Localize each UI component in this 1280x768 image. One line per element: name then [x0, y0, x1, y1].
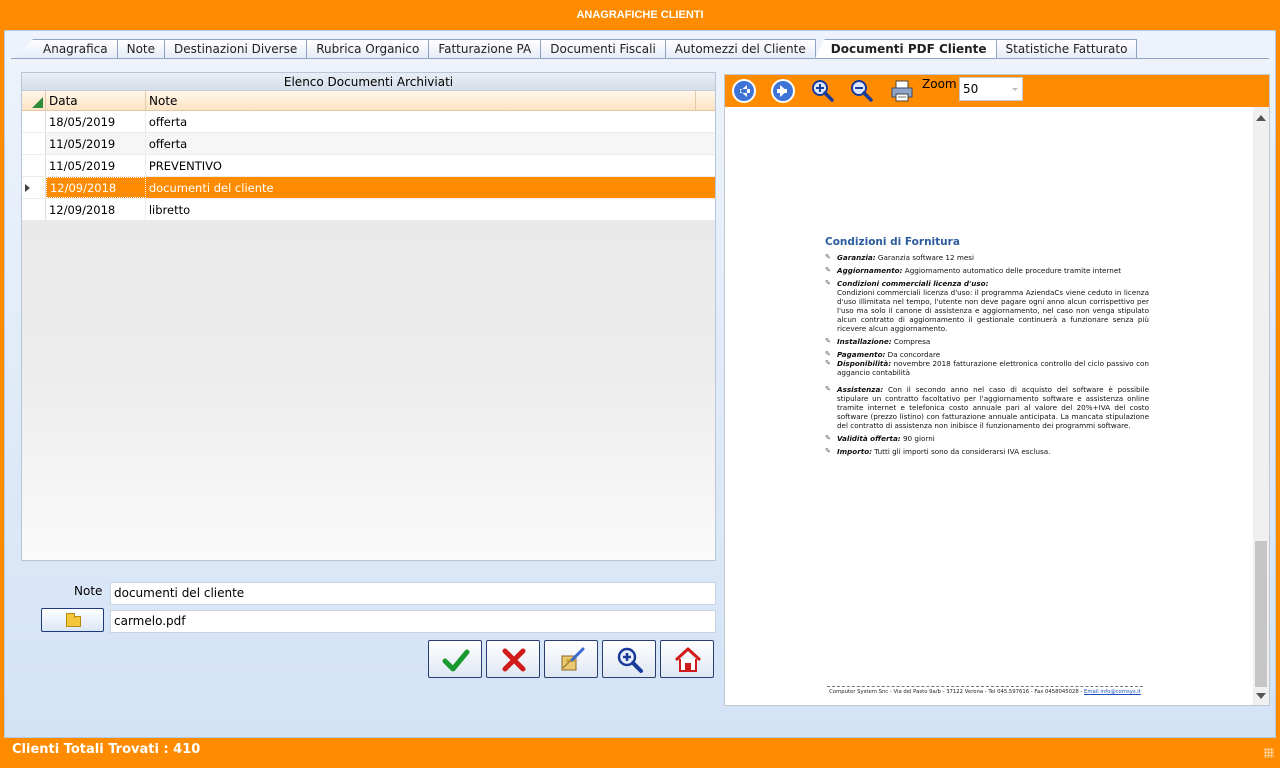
- tab-anagrafica[interactable]: Anagrafica: [13, 39, 118, 59]
- table-row[interactable]: 11/05/2019 offerta: [22, 133, 715, 155]
- scroll-thumb[interactable]: [1255, 541, 1267, 687]
- zoom-out-button[interactable]: [849, 78, 877, 104]
- doc-item: Pagamento: Da concordare: [825, 350, 1149, 359]
- tab-note[interactable]: Note: [116, 39, 165, 59]
- row-date[interactable]: 11/05/2019: [46, 133, 146, 154]
- doc-item: Installazione: Compresa: [825, 337, 1149, 346]
- grid-header: Data Note: [22, 91, 715, 111]
- confirm-button[interactable]: [428, 640, 482, 678]
- browse-file-button[interactable]: [41, 608, 104, 632]
- column-header-data[interactable]: Data: [46, 91, 146, 110]
- doc-footer: Computer System Snc - Via del Pasto 9a/b…: [827, 686, 1143, 695]
- documents-grid: Elenco Documenti Archiviati Data Note 18…: [21, 72, 716, 561]
- row-indicator[interactable]: [22, 111, 46, 132]
- row-indicator[interactable]: [22, 133, 46, 154]
- scroll-up-icon[interactable]: [1256, 115, 1266, 121]
- row-date[interactable]: 12/09/2018: [46, 199, 146, 220]
- previous-page-button[interactable]: [731, 78, 759, 104]
- home-button[interactable]: [660, 640, 714, 678]
- tab-fatturazione-pa[interactable]: Fatturazione PA: [428, 39, 542, 59]
- file-path-field[interactable]: carmelo.pdf: [110, 610, 716, 633]
- window-title: ANAGRAFICHE CLIENTI: [0, 0, 1280, 30]
- row-note[interactable]: documenti del cliente: [146, 177, 715, 198]
- zoom-out-icon: [851, 80, 873, 102]
- zoom-in-icon: [812, 80, 834, 102]
- doc-email-link[interactable]: Email info@comsys.it: [1084, 689, 1141, 695]
- magnifier-icon: [617, 647, 643, 673]
- pdf-page-content: Condizioni di Fornitura Garanzia: Garanz…: [825, 236, 1149, 460]
- column-header-note[interactable]: Note: [146, 91, 696, 110]
- home-icon: [674, 647, 702, 672]
- main-frame: Anagrafica Note Destinazioni Diverse Rub…: [4, 30, 1276, 738]
- cancel-button[interactable]: [486, 640, 540, 678]
- select-all-corner[interactable]: [22, 91, 46, 110]
- clean-button[interactable]: [544, 640, 598, 678]
- doc-item: Validità offerta: 90 giorni: [825, 434, 1149, 443]
- doc-item: Garanzia: Garanzia software 12 mesi: [825, 253, 1149, 262]
- table-row[interactable]: 11/05/2019 PREVENTIVO: [22, 155, 715, 177]
- tab-bar: Anagrafica Note Destinazioni Diverse Rub…: [13, 39, 1138, 59]
- row-note[interactable]: libretto: [146, 199, 715, 220]
- status-total-clients: Clienti Totali Trovati : 410: [12, 742, 201, 757]
- sort-triangle-icon: [32, 97, 43, 108]
- broom-icon: [561, 647, 585, 671]
- tab-destinazioni-diverse[interactable]: Destinazioni Diverse: [164, 39, 308, 59]
- printer-icon: [891, 80, 913, 102]
- note-field[interactable]: documenti del cliente: [110, 582, 716, 605]
- pdf-preview: Zoom 50 Condizioni di Fornitura Garanzia…: [724, 74, 1270, 706]
- doc-item: Aggiornamento: Aggiornamento automatico …: [825, 266, 1149, 275]
- resize-grip-icon[interactable]: [1264, 748, 1274, 758]
- grid-caption: Elenco Documenti Archiviati: [22, 73, 715, 91]
- row-note[interactable]: offerta: [146, 111, 715, 132]
- table-row[interactable]: 18/05/2019 offerta: [22, 111, 715, 133]
- doc-item: Disponibilità: novembre 2018 fatturazion…: [825, 359, 1149, 377]
- tab-divider: [11, 58, 1269, 59]
- scroll-down-icon[interactable]: [1256, 693, 1266, 699]
- status-bar: Clienti Totali Trovati : 410: [0, 738, 1280, 768]
- zoom-in-button[interactable]: [810, 78, 838, 104]
- row-indicator[interactable]: [22, 177, 46, 198]
- doc-item: Condizioni commerciali licenza d'uso: Co…: [825, 279, 1149, 333]
- row-indicator[interactable]: [22, 199, 46, 220]
- preview-toolbar: Zoom 50: [725, 75, 1269, 107]
- next-page-button[interactable]: [770, 78, 798, 104]
- doc-title: Condizioni di Fornitura: [825, 236, 960, 248]
- note-label: Note: [74, 584, 103, 598]
- cross-icon: [502, 648, 526, 672]
- zoom-select[interactable]: 50: [959, 77, 1023, 101]
- row-indicator[interactable]: [22, 155, 46, 176]
- current-row-arrow-icon: [25, 184, 30, 192]
- arrow-left-icon: [732, 79, 756, 103]
- row-date[interactable]: 12/09/2018: [45, 177, 146, 198]
- row-date[interactable]: 18/05/2019: [46, 111, 146, 132]
- zoom-label: Zoom: [922, 77, 957, 91]
- check-icon: [442, 649, 470, 672]
- doc-item: Assistenza: Con il secondo anno nel caso…: [825, 385, 1149, 430]
- search-button[interactable]: [602, 640, 656, 678]
- tab-documenti-pdf-cliente[interactable]: Documenti PDF Cliente: [814, 39, 997, 59]
- tab-rubrica-organico[interactable]: Rubrica Organico: [306, 39, 430, 59]
- table-row-selected[interactable]: 12/09/2018 documenti del cliente: [22, 177, 715, 199]
- tab-documenti-fiscali[interactable]: Documenti Fiscali: [540, 39, 666, 59]
- table-row[interactable]: 12/09/2018 libretto: [22, 199, 715, 221]
- tab-statistiche-fatturato[interactable]: Statistiche Fatturato: [995, 39, 1138, 59]
- preview-scrollbar[interactable]: [1253, 107, 1269, 705]
- row-date[interactable]: 11/05/2019: [46, 155, 146, 176]
- print-button[interactable]: [889, 78, 917, 104]
- tab-automezzi-del-cliente[interactable]: Automezzi del Cliente: [664, 39, 816, 59]
- row-note[interactable]: offerta: [146, 133, 715, 154]
- doc-item: Importo: Tutti gli importi sono da consi…: [825, 447, 1149, 456]
- arrow-right-icon: [771, 79, 795, 103]
- row-note[interactable]: PREVENTIVO: [146, 155, 715, 176]
- folder-icon: [66, 613, 81, 627]
